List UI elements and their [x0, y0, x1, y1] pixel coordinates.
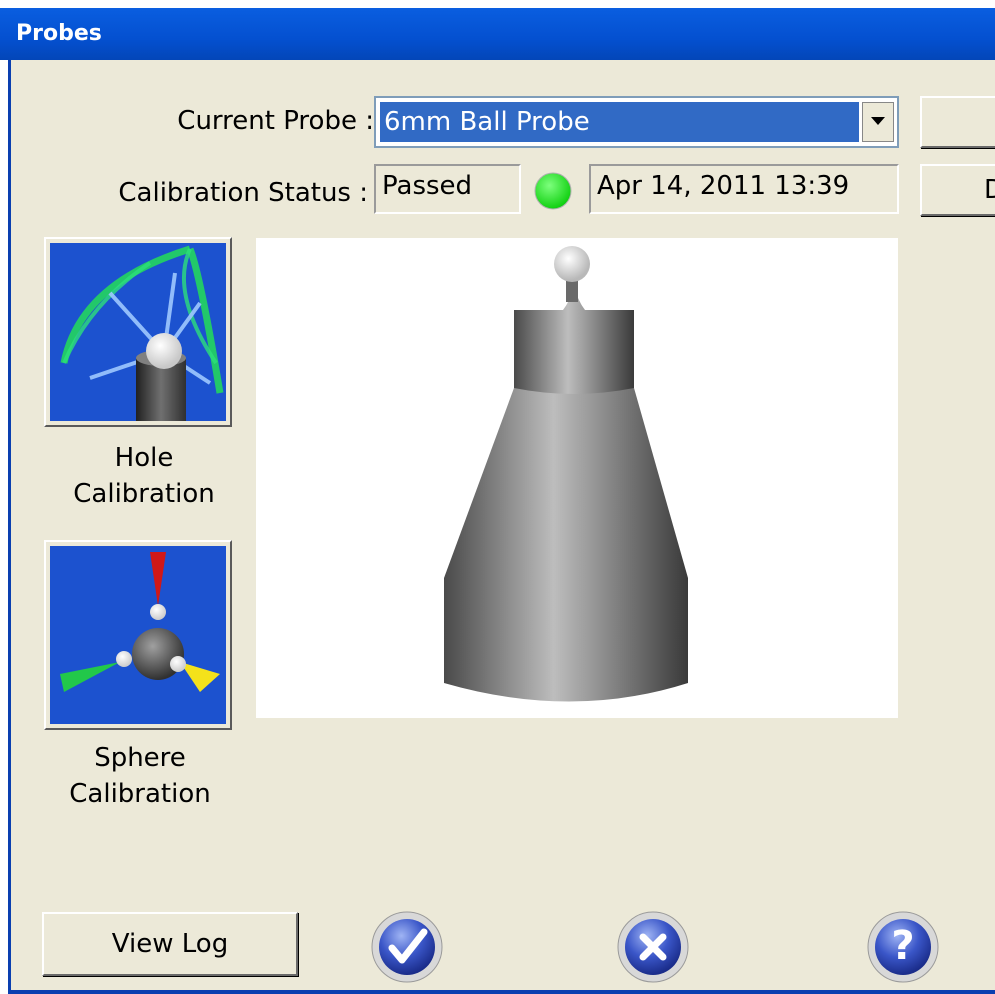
sphere-calibration-button[interactable] — [44, 540, 232, 730]
side-button-2[interactable]: D — [920, 164, 995, 216]
status-indicator-icon — [534, 172, 572, 210]
probe-preview — [256, 238, 898, 718]
dropdown-arrow-button[interactable] — [862, 102, 894, 142]
chevron-down-icon — [871, 117, 885, 125]
ball-probe-image — [444, 246, 688, 702]
cancel-button[interactable] — [616, 910, 690, 984]
side-button-1[interactable] — [920, 96, 995, 148]
hole-calibration-button[interactable] — [44, 237, 232, 427]
probe-select[interactable]: 6mm Ball Probe — [374, 96, 899, 148]
calibration-status-label: Calibration Status : — [118, 178, 368, 208]
window-title: Probes — [16, 21, 102, 46]
sphere-calibration-icon — [60, 552, 220, 692]
hole-calibration-label: Hole Calibration — [73, 443, 215, 509]
calibration-date-field: Apr 14, 2011 13:39 — [589, 164, 899, 214]
window-border-bottom — [8, 990, 995, 994]
help-glyph: ? — [891, 923, 915, 969]
hole-calibration-icon — [60, 245, 224, 421]
calibration-status-field: Passed — [374, 164, 521, 214]
help-button[interactable]: ? — [866, 910, 940, 984]
view-log-label: View Log — [111, 929, 229, 959]
side-button-2-label: D — [984, 175, 995, 205]
probe-select-value: 6mm Ball Probe — [380, 102, 859, 142]
window-border-left — [8, 60, 11, 994]
current-probe-label: Current Probe : — [177, 106, 374, 136]
ok-button[interactable] — [370, 910, 444, 984]
window-frame-left — [0, 60, 8, 994]
title-bar: Probes — [0, 0, 995, 60]
view-log-button[interactable]: View Log — [42, 912, 298, 976]
sphere-calibration-label: Sphere Calibration — [69, 743, 211, 809]
